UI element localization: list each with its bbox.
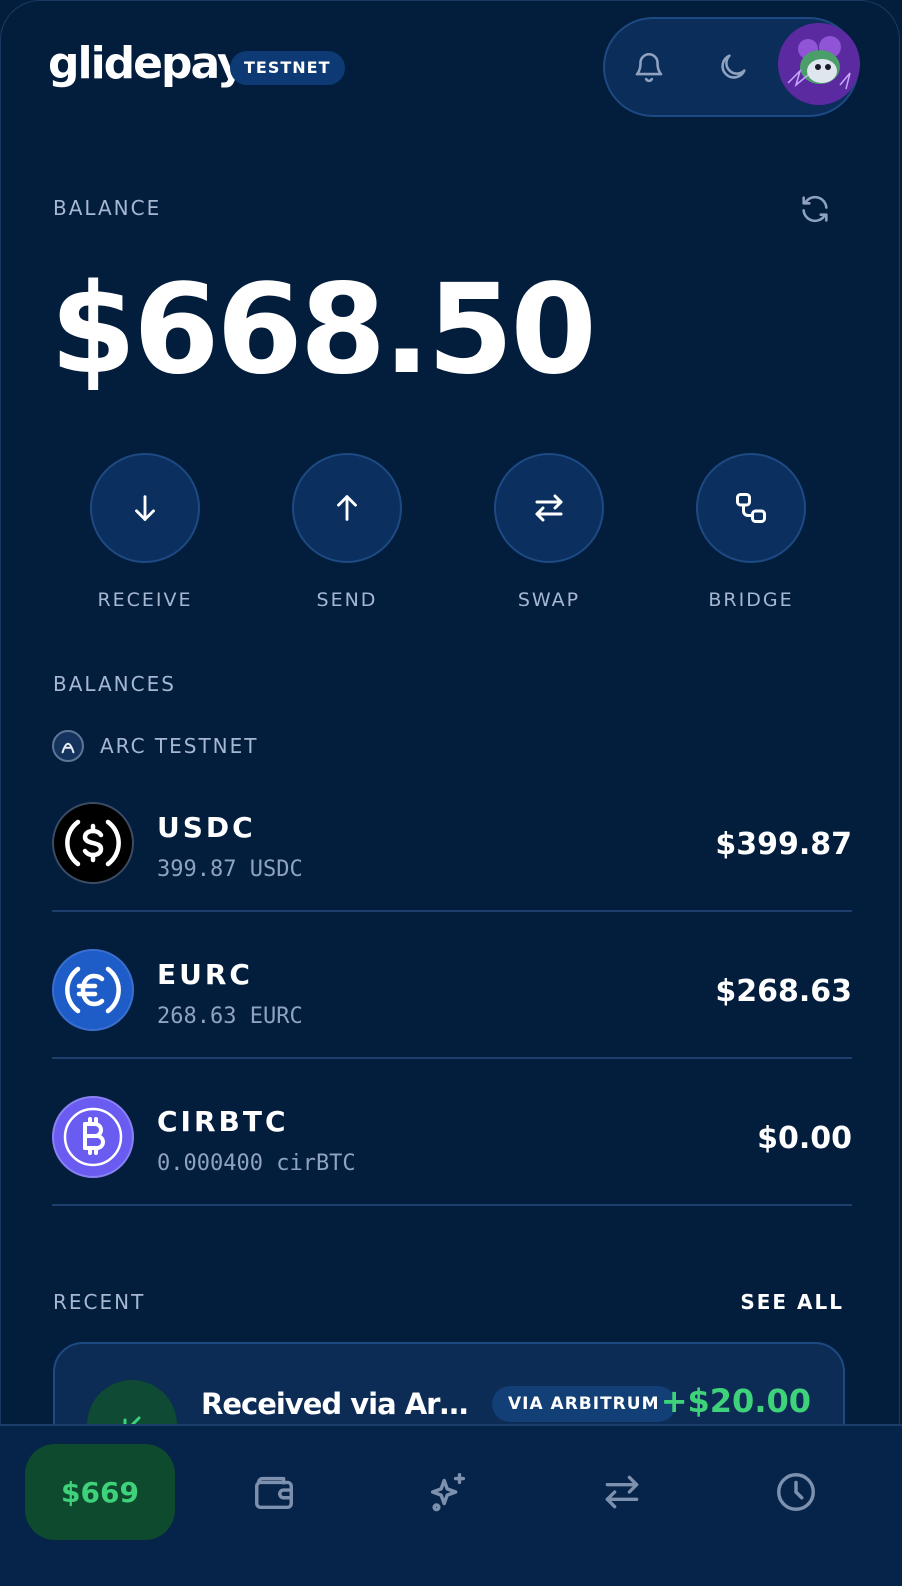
nav-balance-pill[interactable]: $669: [25, 1444, 175, 1540]
bridge-button[interactable]: [696, 453, 806, 563]
swap-label: SWAP: [517, 589, 581, 611]
total-balance: $668.50: [50, 258, 597, 402]
token-amount: 399.87 USDC: [157, 857, 303, 882]
header-controls: [603, 17, 860, 117]
token-symbol: CIRBTC: [157, 1105, 289, 1138]
bridge-icon: [736, 493, 766, 523]
nav-swap[interactable]: [598, 1468, 646, 1516]
receive-action[interactable]: RECEIVE: [65, 453, 225, 611]
chain-selector: ARC TESTNET: [52, 730, 258, 762]
send-label: SEND: [316, 589, 378, 611]
divider: [52, 1204, 852, 1206]
token-row-eurc[interactable]: EURC 268.63 EURC $268.63: [52, 911, 852, 1059]
token-value: $268.63: [715, 974, 852, 1009]
swap-action[interactable]: SWAP: [469, 453, 629, 611]
token-row-usdc[interactable]: USDC 399.87 USDC $399.87: [52, 764, 852, 912]
bridge-action[interactable]: BRIDGE: [671, 453, 831, 611]
theme-toggle-button[interactable]: [711, 45, 755, 89]
bridge-label: BRIDGE: [708, 589, 794, 611]
arc-chain-icon: [52, 730, 84, 762]
token-row-cirbtc[interactable]: CIRBTC 0.000400 cirBTC $0.00: [52, 1058, 852, 1206]
token-symbol: EURC: [157, 958, 253, 991]
see-all-link[interactable]: SEE ALL: [740, 1290, 844, 1314]
token-value: $0.00: [757, 1121, 852, 1156]
bottom-nav: $669: [0, 1424, 902, 1586]
swap-button[interactable]: [494, 453, 604, 563]
token-symbol: USDC: [157, 811, 256, 844]
receive-button[interactable]: [90, 453, 200, 563]
nav-history[interactable]: [772, 1468, 820, 1516]
moon-icon: [721, 54, 746, 79]
token-amount: 0.000400 cirBTC: [157, 1151, 356, 1176]
refresh-icon: [802, 195, 828, 223]
usdc-icon: [52, 802, 134, 884]
receive-label: RECEIVE: [97, 589, 193, 611]
wallet-icon: [255, 1476, 293, 1510]
via-badge: VIA ARBITRUM: [492, 1386, 676, 1422]
arrow-down-icon: [135, 495, 155, 521]
recent-heading: RECENT: [53, 1290, 146, 1314]
bell-icon: [635, 53, 663, 83]
avatar-image: [778, 23, 860, 105]
avatar[interactable]: [778, 23, 860, 105]
nav-ai[interactable]: [424, 1468, 472, 1516]
send-button[interactable]: [292, 453, 402, 563]
network-badge: TESTNET: [230, 51, 345, 85]
balance-label: BALANCE: [53, 196, 162, 220]
refresh-button[interactable]: [798, 192, 832, 226]
clock-icon: [777, 1473, 815, 1511]
nav-wallet[interactable]: [250, 1468, 298, 1516]
balances-heading: BALANCES: [53, 672, 176, 696]
notifications-button[interactable]: [627, 45, 671, 89]
app-logo: glidepay: [48, 38, 246, 89]
chain-name: ARC TESTNET: [100, 734, 259, 758]
swap-icon: [605, 1475, 639, 1509]
token-value: $399.87: [715, 827, 852, 862]
transaction-amount: +$20.00: [660, 1382, 811, 1420]
eurc-icon: [52, 949, 134, 1031]
transaction-title: Received via Arbit…: [201, 1387, 473, 1421]
send-action[interactable]: SEND: [267, 453, 427, 611]
arrow-up-icon: [337, 495, 357, 521]
sparkles-icon: [430, 1473, 466, 1512]
token-amount: 268.63 EURC: [157, 1004, 303, 1029]
swap-icon: [535, 494, 563, 522]
cirbtc-icon: [52, 1096, 134, 1178]
